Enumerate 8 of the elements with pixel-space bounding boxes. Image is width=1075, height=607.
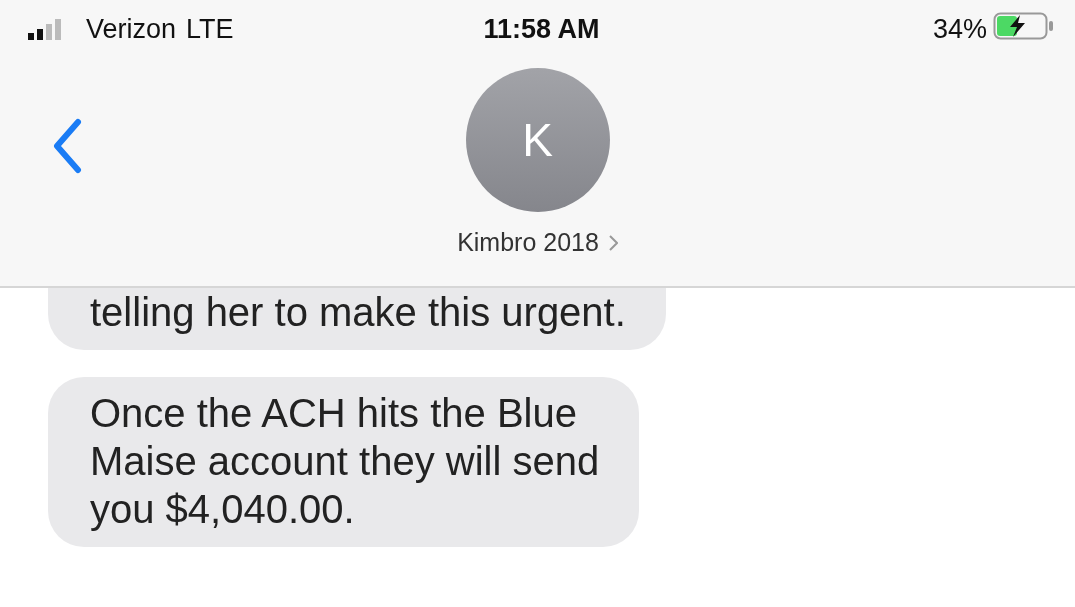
battery-percent: 34% <box>932 13 987 45</box>
contact-name[interactable]: Kimbro 2018 <box>457 228 618 257</box>
carrier-name: Verizon <box>86 13 177 45</box>
network-type: LTE <box>186 13 234 45</box>
chevron-icon <box>608 234 618 251</box>
message-bubble: Once the ACH hits the Blue Maise account they will send you $4,040.00. <box>48 377 640 547</box>
message-bubble: telling her to make this urgent. <box>48 288 666 350</box>
clock-time: 11:58 AM <box>483 13 600 44</box>
